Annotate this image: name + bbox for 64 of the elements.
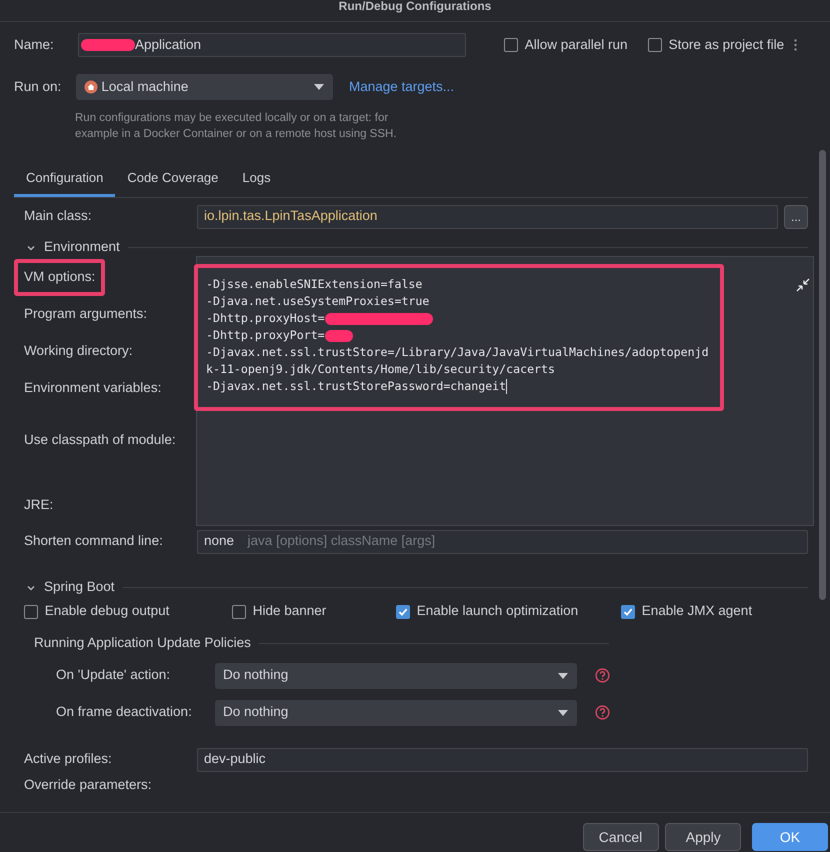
code-line: -Djava.net.useSystemProxies=true xyxy=(206,293,430,310)
text-cursor xyxy=(506,379,508,394)
tab[interactable]: Logs xyxy=(230,162,283,196)
field-label: Main class: xyxy=(24,207,93,226)
name-field[interactable]: Application xyxy=(78,33,466,57)
field-label: Name: xyxy=(14,36,55,54)
hint-text: Run configurations may be executed locally or on a target: for xyxy=(75,111,390,126)
checkbox-label: Hide banner xyxy=(252,602,326,620)
scrollbar[interactable] xyxy=(819,150,826,600)
field-label: Override parameters: xyxy=(24,776,152,794)
checkbox[interactable] xyxy=(232,604,246,618)
main-class-field[interactable]: io.lpin.tas.LpinTasApplication xyxy=(197,204,778,228)
checkbox[interactable] xyxy=(504,38,518,52)
vm-options-editor[interactable] xyxy=(196,256,814,526)
caret-icon xyxy=(557,672,569,680)
code-line: -Dhttp.proxyHost= xyxy=(206,310,325,327)
more-icon[interactable] xyxy=(794,39,798,51)
dialog-button[interactable]: Apply xyxy=(665,823,742,851)
field-label: JRE: xyxy=(24,496,54,514)
dialog-button[interactable]: Cancel xyxy=(582,823,658,851)
shorten-command-dropdown[interactable]: none java [options] className [args] xyxy=(197,530,808,554)
manage-targets-link[interactable]: Manage targets... xyxy=(349,76,454,98)
active-profiles-field[interactable]: dev-public xyxy=(197,748,808,772)
code-line: -Djavax.net.ssl.trustStorePassword=changeit xyxy=(206,378,506,395)
dropdown[interactable]: Do nothing xyxy=(215,662,577,688)
code-line: -Dhttp.proxyPort= xyxy=(206,327,325,344)
browse-button[interactable]: ... xyxy=(784,204,808,228)
section-title: Running Application Update Policies xyxy=(34,634,251,652)
section-title: Environment xyxy=(44,238,120,256)
code-line: k-11-openj9.jdk/Contents/Home/lib/security/cacerts xyxy=(206,361,556,378)
code-line: -Djavax.net.ssl.trustStore=/Library/Java/JavaVirtualMachines/adoptopenjd xyxy=(206,344,709,361)
checkbox-label: Enable JMX agent xyxy=(642,602,752,620)
hint-text: example in a Docker Container or on a remote host using SSH. xyxy=(75,127,398,142)
help-icon[interactable] xyxy=(595,668,610,683)
field-label: Shorten command line: xyxy=(24,532,164,550)
field-label: Environment variables: xyxy=(24,379,162,398)
field-label: Active profiles: xyxy=(24,750,113,768)
field-label: VM options: xyxy=(14,259,106,296)
checkbox[interactable] xyxy=(621,604,635,618)
code-line: -Djsse.enableSNIExtension=false xyxy=(206,276,422,293)
field-label: On frame deactivation: xyxy=(56,703,193,722)
run-target-dropdown[interactable]: Local machine xyxy=(76,74,333,100)
section-title: Spring Boot xyxy=(44,578,115,596)
checkbox-label: Store as project file xyxy=(668,36,784,54)
checkbox-label: Allow parallel run xyxy=(524,36,628,54)
dropdown[interactable]: Do nothing xyxy=(215,700,577,726)
field-label: Program arguments: xyxy=(24,305,148,324)
help-icon[interactable] xyxy=(595,705,610,720)
field-label: Working directory: xyxy=(24,342,133,360)
tab[interactable]: Configuration xyxy=(14,162,116,196)
checkbox[interactable] xyxy=(396,604,410,618)
field-label: Run on: xyxy=(14,78,62,96)
collapse-icon[interactable] xyxy=(796,278,810,292)
checkbox-label: Enable debug output xyxy=(44,602,170,620)
window-title: Run/Debug Configurations xyxy=(0,0,830,22)
house-icon xyxy=(84,80,98,94)
field-label: Use classpath of module: xyxy=(24,431,176,450)
caret-icon xyxy=(557,708,569,716)
caret-icon xyxy=(313,83,325,91)
checkbox-label: Enable launch optimization xyxy=(416,602,578,620)
checkbox[interactable] xyxy=(24,604,38,618)
field-label: On 'Update' action: xyxy=(56,666,171,684)
checkbox[interactable] xyxy=(648,38,662,52)
tab[interactable]: Code Coverage xyxy=(115,162,230,196)
